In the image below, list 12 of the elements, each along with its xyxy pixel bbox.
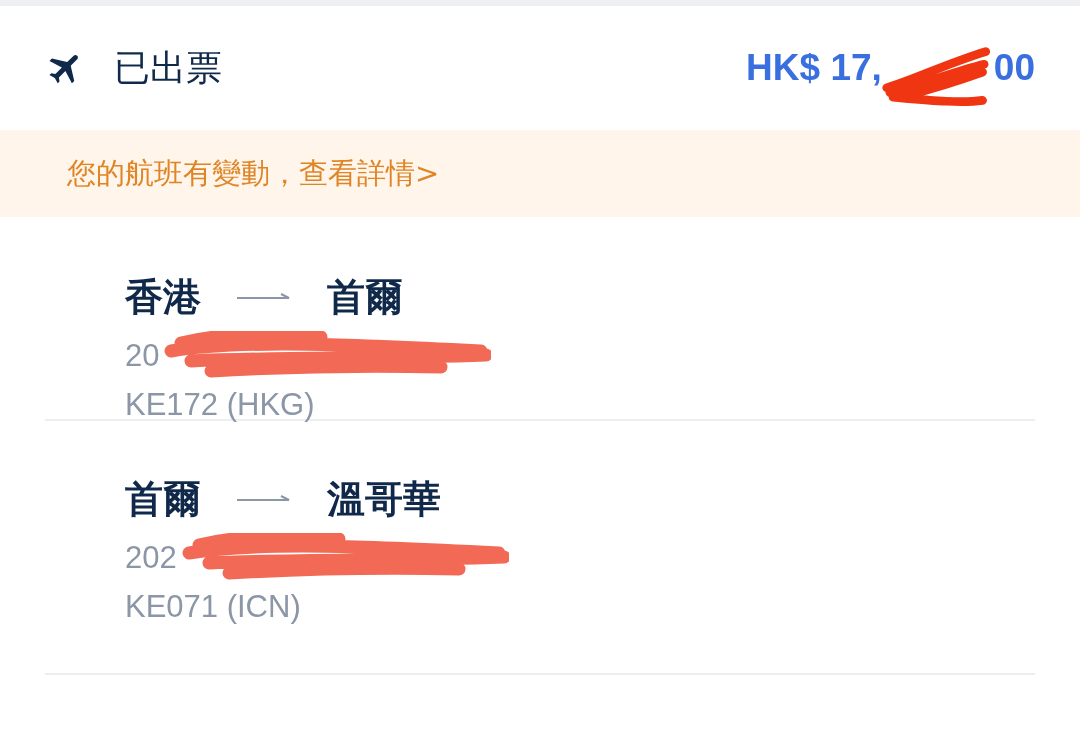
price-text: 00 — [993, 47, 1035, 89]
destination-city: 溫哥華 — [327, 475, 441, 523]
departure-date: 202 — [125, 540, 177, 576]
flight-change-link[interactable]: 您的航班有變動，查看詳情> — [67, 153, 440, 194]
origin-city: 香港 — [125, 273, 201, 321]
flight-number: KE071 (ICN) — [125, 589, 302, 625]
origin-city: 首爾 — [125, 475, 201, 523]
ticket-status: 已出票 — [114, 45, 222, 90]
departure-date: 20 — [125, 338, 160, 374]
destination-city: 首爾 — [327, 273, 403, 321]
flight-number: KE172 (HKG) — [125, 387, 316, 423]
price-text: HK$ 17, — [746, 47, 882, 89]
